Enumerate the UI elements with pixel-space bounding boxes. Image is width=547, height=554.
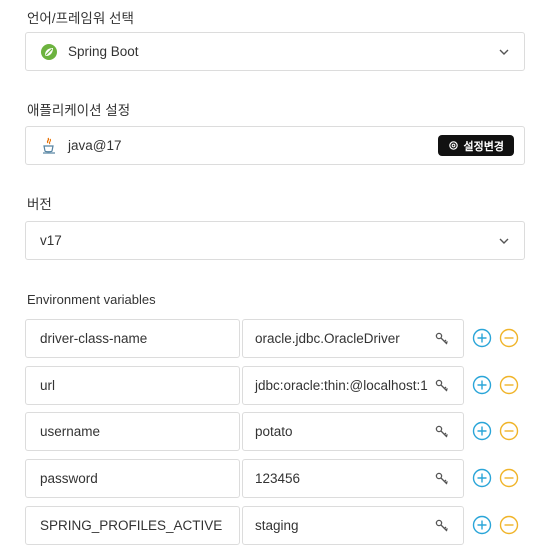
- key-icon[interactable]: [435, 379, 449, 393]
- version-label: 버전: [27, 197, 52, 212]
- chevron-down-icon: [499, 49, 509, 55]
- env-row: SPRING_PROFILES_ACTIVE staging: [25, 506, 525, 545]
- env-value-input[interactable]: potato: [242, 412, 464, 451]
- spring-leaf-icon: [40, 43, 58, 61]
- framework-select[interactable]: Spring Boot: [25, 32, 525, 71]
- app-settings-label: 애플리케이션 설정: [27, 103, 131, 118]
- env-row: password 123456: [25, 459, 525, 498]
- version-select[interactable]: v17: [25, 221, 525, 260]
- remove-row-minus-icon[interactable]: [499, 421, 519, 441]
- key-icon[interactable]: [435, 472, 449, 486]
- env-value-text: staging: [255, 518, 299, 533]
- env-row: driver-class-name oracle.jdbc.OracleDriv…: [25, 319, 525, 358]
- app-settings-value: java@17: [68, 138, 122, 153]
- remove-row-minus-icon[interactable]: [499, 375, 519, 395]
- add-row-plus-icon[interactable]: [472, 421, 492, 441]
- key-icon[interactable]: [435, 332, 449, 346]
- key-icon[interactable]: [435, 519, 449, 533]
- framework-selected-value: Spring Boot: [68, 44, 139, 59]
- java-cup-icon: [40, 137, 58, 155]
- framework-label: 언어/프레임워 선택: [27, 11, 134, 26]
- env-value-text: jdbc:oracle:thin:@localhost:1: [255, 378, 428, 393]
- env-value-input[interactable]: 123456: [242, 459, 464, 498]
- app-settings-field: java@17 설정변경: [25, 126, 525, 165]
- env-value-text: 123456: [255, 471, 301, 486]
- env-value-text: potato: [255, 424, 293, 439]
- env-value-text: oracle.jdbc.OracleDriver: [255, 331, 400, 346]
- env-key-input[interactable]: SPRING_PROFILES_ACTIVE: [25, 506, 240, 545]
- env-row: url jdbc:oracle:thin:@localhost:1: [25, 366, 525, 405]
- env-value-input[interactable]: jdbc:oracle:thin:@localhost:1: [242, 366, 464, 405]
- chevron-down-icon: [499, 238, 509, 244]
- remove-row-minus-icon[interactable]: [499, 515, 519, 535]
- add-row-plus-icon[interactable]: [472, 515, 492, 535]
- env-key-input[interactable]: url: [25, 366, 240, 405]
- env-value-input[interactable]: staging: [242, 506, 464, 545]
- env-key-input[interactable]: username: [25, 412, 240, 451]
- env-label: Environment variables: [27, 292, 156, 307]
- env-key-input[interactable]: driver-class-name: [25, 319, 240, 358]
- env-key-input[interactable]: password: [25, 459, 240, 498]
- env-row: username potato: [25, 412, 525, 451]
- env-value-input[interactable]: oracle.jdbc.OracleDriver: [242, 319, 464, 358]
- add-row-plus-icon[interactable]: [472, 375, 492, 395]
- gear-icon: [448, 141, 458, 150]
- add-row-plus-icon[interactable]: [472, 468, 492, 488]
- change-settings-label: 설정변경: [463, 140, 504, 153]
- key-icon[interactable]: [435, 425, 449, 439]
- remove-row-minus-icon[interactable]: [499, 328, 519, 348]
- add-row-plus-icon[interactable]: [472, 328, 492, 348]
- change-settings-button[interactable]: 설정변경: [437, 135, 514, 156]
- version-selected-value: v17: [40, 233, 62, 248]
- remove-row-minus-icon[interactable]: [499, 468, 519, 488]
